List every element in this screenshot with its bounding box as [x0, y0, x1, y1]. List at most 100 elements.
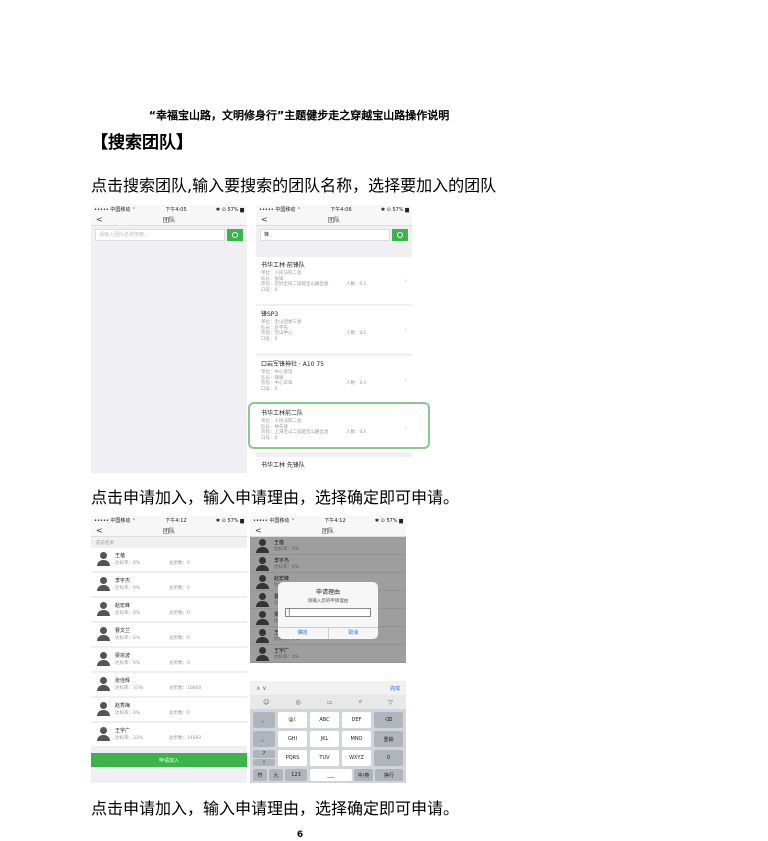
team-result-card[interactable]: 锋SP3 单位：宝山团委三会 队长：赵宇先 宗旨：宝山中心 口号：0 人数：0人… — [256, 306, 412, 353]
key-backspace[interactable]: ⌫ — [374, 712, 403, 728]
team-result-card[interactable]: 书华工林 先锋队 — [256, 457, 412, 473]
keyboard-toolbar: ∧ ∨ 完成 — [250, 681, 406, 695]
key-ghi[interactable]: GHI — [278, 731, 307, 747]
search-icon — [232, 232, 238, 238]
team-result-card[interactable]: 口岩军锋神社 · A10 75 单位：中心会馆 队长：锋锋 宗旨：中心军锋 口号… — [256, 356, 412, 403]
member-row: 张佳辉 达标率：33% 总步数：10800 — [91, 673, 247, 697]
member-name: 梁宗波 — [115, 653, 131, 659]
team-name: 口岩军锋神社 · A10 75 — [261, 361, 325, 368]
screenshot-team-search-empty: ••••• 中国移动 ⌃ 下午4:05 ✱ ⊙ 57% ▆ < 团队 请输入团队… — [91, 205, 247, 473]
voice-icon[interactable]: ◎ — [296, 699, 301, 706]
member-name: 王宇广 — [115, 728, 131, 734]
nav-bar: < 团队 — [91, 214, 247, 226]
back-icon[interactable]: < — [96, 526, 103, 535]
nav-title: 团队 — [327, 217, 340, 224]
avatar-icon — [97, 727, 110, 741]
chevron-right-icon: › — [404, 326, 407, 333]
key-period[interactable]: 。 — [253, 731, 275, 747]
search-input[interactable]: 锋 — [260, 229, 390, 241]
document-title: “幸福宝山路，文明修身行”主题健步走之穿越宝山路操作说明 — [148, 109, 450, 122]
key-nine-grid[interactable]: 九 — [269, 769, 283, 781]
team-result-card[interactable]: 书华工林·前锋队 单位：人民法院二会 队长：张锋 宗旨：走好全民二穿越宝山路出发… — [256, 257, 412, 304]
status-bar: ••••• 中国移动 ⌃ 下午4:12 ✱ ⊙ 57% ▆ — [91, 516, 247, 525]
avatar-icon — [97, 552, 110, 566]
member-rate: 达标率：0% — [115, 586, 141, 591]
key-retype[interactable]: 重输 — [374, 731, 403, 747]
key-jkl[interactable]: JKL — [310, 731, 339, 747]
member-row: 梁宗波 达标率：0% 总步数：0 — [91, 648, 247, 672]
team-name: 书华工林 先锋队 — [261, 462, 305, 469]
apply-join-button[interactable]: 申请加入 — [91, 753, 247, 767]
screenshot-team-members: ••••• 中国移动 ⌃ 下午4:12 ✱ ⊙ 57% ▆ < 团队 成员名单 … — [91, 516, 247, 783]
clock-label: 下午4:05 — [165, 207, 187, 213]
team-name: 书华工林·前锋队 — [261, 262, 305, 269]
carrier-label: ••••• 中国移动 ⌃ — [94, 518, 137, 524]
avatar-icon — [97, 677, 110, 691]
search-icon[interactable]: ⌕ — [359, 698, 362, 706]
member-steps: 总步数：0 — [169, 561, 190, 566]
search-bar: 请输入团队名称搜索... — [91, 226, 247, 244]
dialog-confirm-button[interactable]: 确定 — [278, 628, 329, 639]
search-input[interactable]: 请输入团队名称搜索... — [95, 229, 225, 241]
back-icon[interactable]: < — [261, 215, 268, 224]
key-symbols[interactable]: @/. — [278, 712, 307, 728]
clock-label: 下午4:12 — [165, 518, 187, 524]
battery-label: ✱ ⊙ 57% ▆ — [215, 206, 244, 213]
key-comma[interactable]: ， — [253, 712, 275, 728]
nav-bar: < 团队 — [91, 525, 247, 537]
key-mno[interactable]: MNO — [342, 731, 371, 747]
key-abc[interactable]: ABC — [310, 712, 339, 728]
nav-bar: < 团队 — [250, 525, 406, 537]
clipboard-icon[interactable]: ▭ — [327, 699, 333, 706]
key-def[interactable]: DEF — [342, 712, 371, 728]
key-space[interactable]: ___ — [310, 769, 352, 781]
key-return[interactable]: 换行 — [375, 769, 403, 781]
dialog-cancel-button[interactable]: 取消 — [329, 628, 379, 639]
search-icon — [397, 232, 403, 238]
key-zero[interactable]: 0 — [374, 750, 403, 766]
selection-highlight — [248, 402, 430, 449]
key-question[interactable]: ? — [253, 750, 275, 758]
keyboard-icon-row: ☺ ◎ ▭ ⌕ ▽ — [250, 695, 406, 709]
key-wxyz[interactable]: WXYZ — [342, 750, 371, 766]
instruction-paragraph-1: 点击搜索团队,输入要搜索的团队名称，选择要加入的团队 — [91, 176, 497, 195]
clock-label: 下午4:12 — [324, 518, 346, 524]
avatar-icon — [97, 702, 110, 716]
team-member-count: 人数：0人 — [346, 381, 367, 386]
clock-label: 下午4:06 — [330, 207, 352, 213]
search-button[interactable] — [227, 229, 243, 241]
status-bar: ••••• 中国移动 ⌃ 下午4:12 ✱ ⊙ 57% ▆ — [250, 516, 406, 525]
emoji-icon[interactable]: ☺ — [263, 699, 269, 706]
member-row: 赵秀梅 达标率：0% 总步数：0 — [91, 698, 247, 722]
key-exclaim[interactable]: ! — [253, 759, 275, 766]
member-name: 王蓓 — [115, 553, 126, 559]
field-nav-arrows[interactable]: ∧ ∨ — [256, 685, 267, 692]
team-slogan: 口号：0 — [261, 336, 278, 342]
collapse-keyboard-icon[interactable]: ▽ — [388, 699, 393, 706]
team-member-count: 人数：0人 — [346, 331, 367, 336]
member-steps: 总步数：0 — [169, 636, 190, 641]
nav-title: 团队 — [162, 217, 175, 224]
team-member-count: 人数：0人 — [346, 282, 367, 287]
search-button[interactable] — [392, 229, 408, 241]
member-rate: 达标率：0% — [115, 611, 141, 616]
back-icon[interactable]: < — [96, 215, 103, 224]
reason-input[interactable]: | — [285, 608, 371, 617]
key-pqrs[interactable]: PQRS — [278, 750, 307, 766]
keyboard-done-button[interactable]: 完成 — [390, 685, 400, 692]
member-list-header: 成员名单 — [96, 541, 114, 546]
chevron-right-icon: › — [404, 277, 407, 284]
member-rate: 达标率：0% — [115, 636, 141, 641]
key-tuv[interactable]: TUV — [310, 750, 339, 766]
battery-label: ✱ ⊙ 57% ▆ — [380, 206, 409, 213]
member-steps: 总步数：0 — [169, 661, 190, 666]
member-rate: 达标率：33% — [115, 736, 144, 741]
member-name: 李宇杰 — [115, 578, 131, 584]
key-symbol-panel[interactable]: 符 — [253, 769, 267, 781]
key-numbers[interactable]: 123 — [285, 769, 307, 781]
apply-reason-dialog: 申请理由 请输入您的申请理由 | 确定 取消 — [278, 582, 378, 639]
battery-label: ✱ ⊙ 57% ▆ — [215, 517, 244, 524]
key-lang-switch[interactable]: 中/英 — [354, 769, 373, 781]
battery-label: ✱ ⊙ 57% ▆ — [374, 517, 403, 524]
back-icon[interactable]: < — [255, 526, 262, 535]
